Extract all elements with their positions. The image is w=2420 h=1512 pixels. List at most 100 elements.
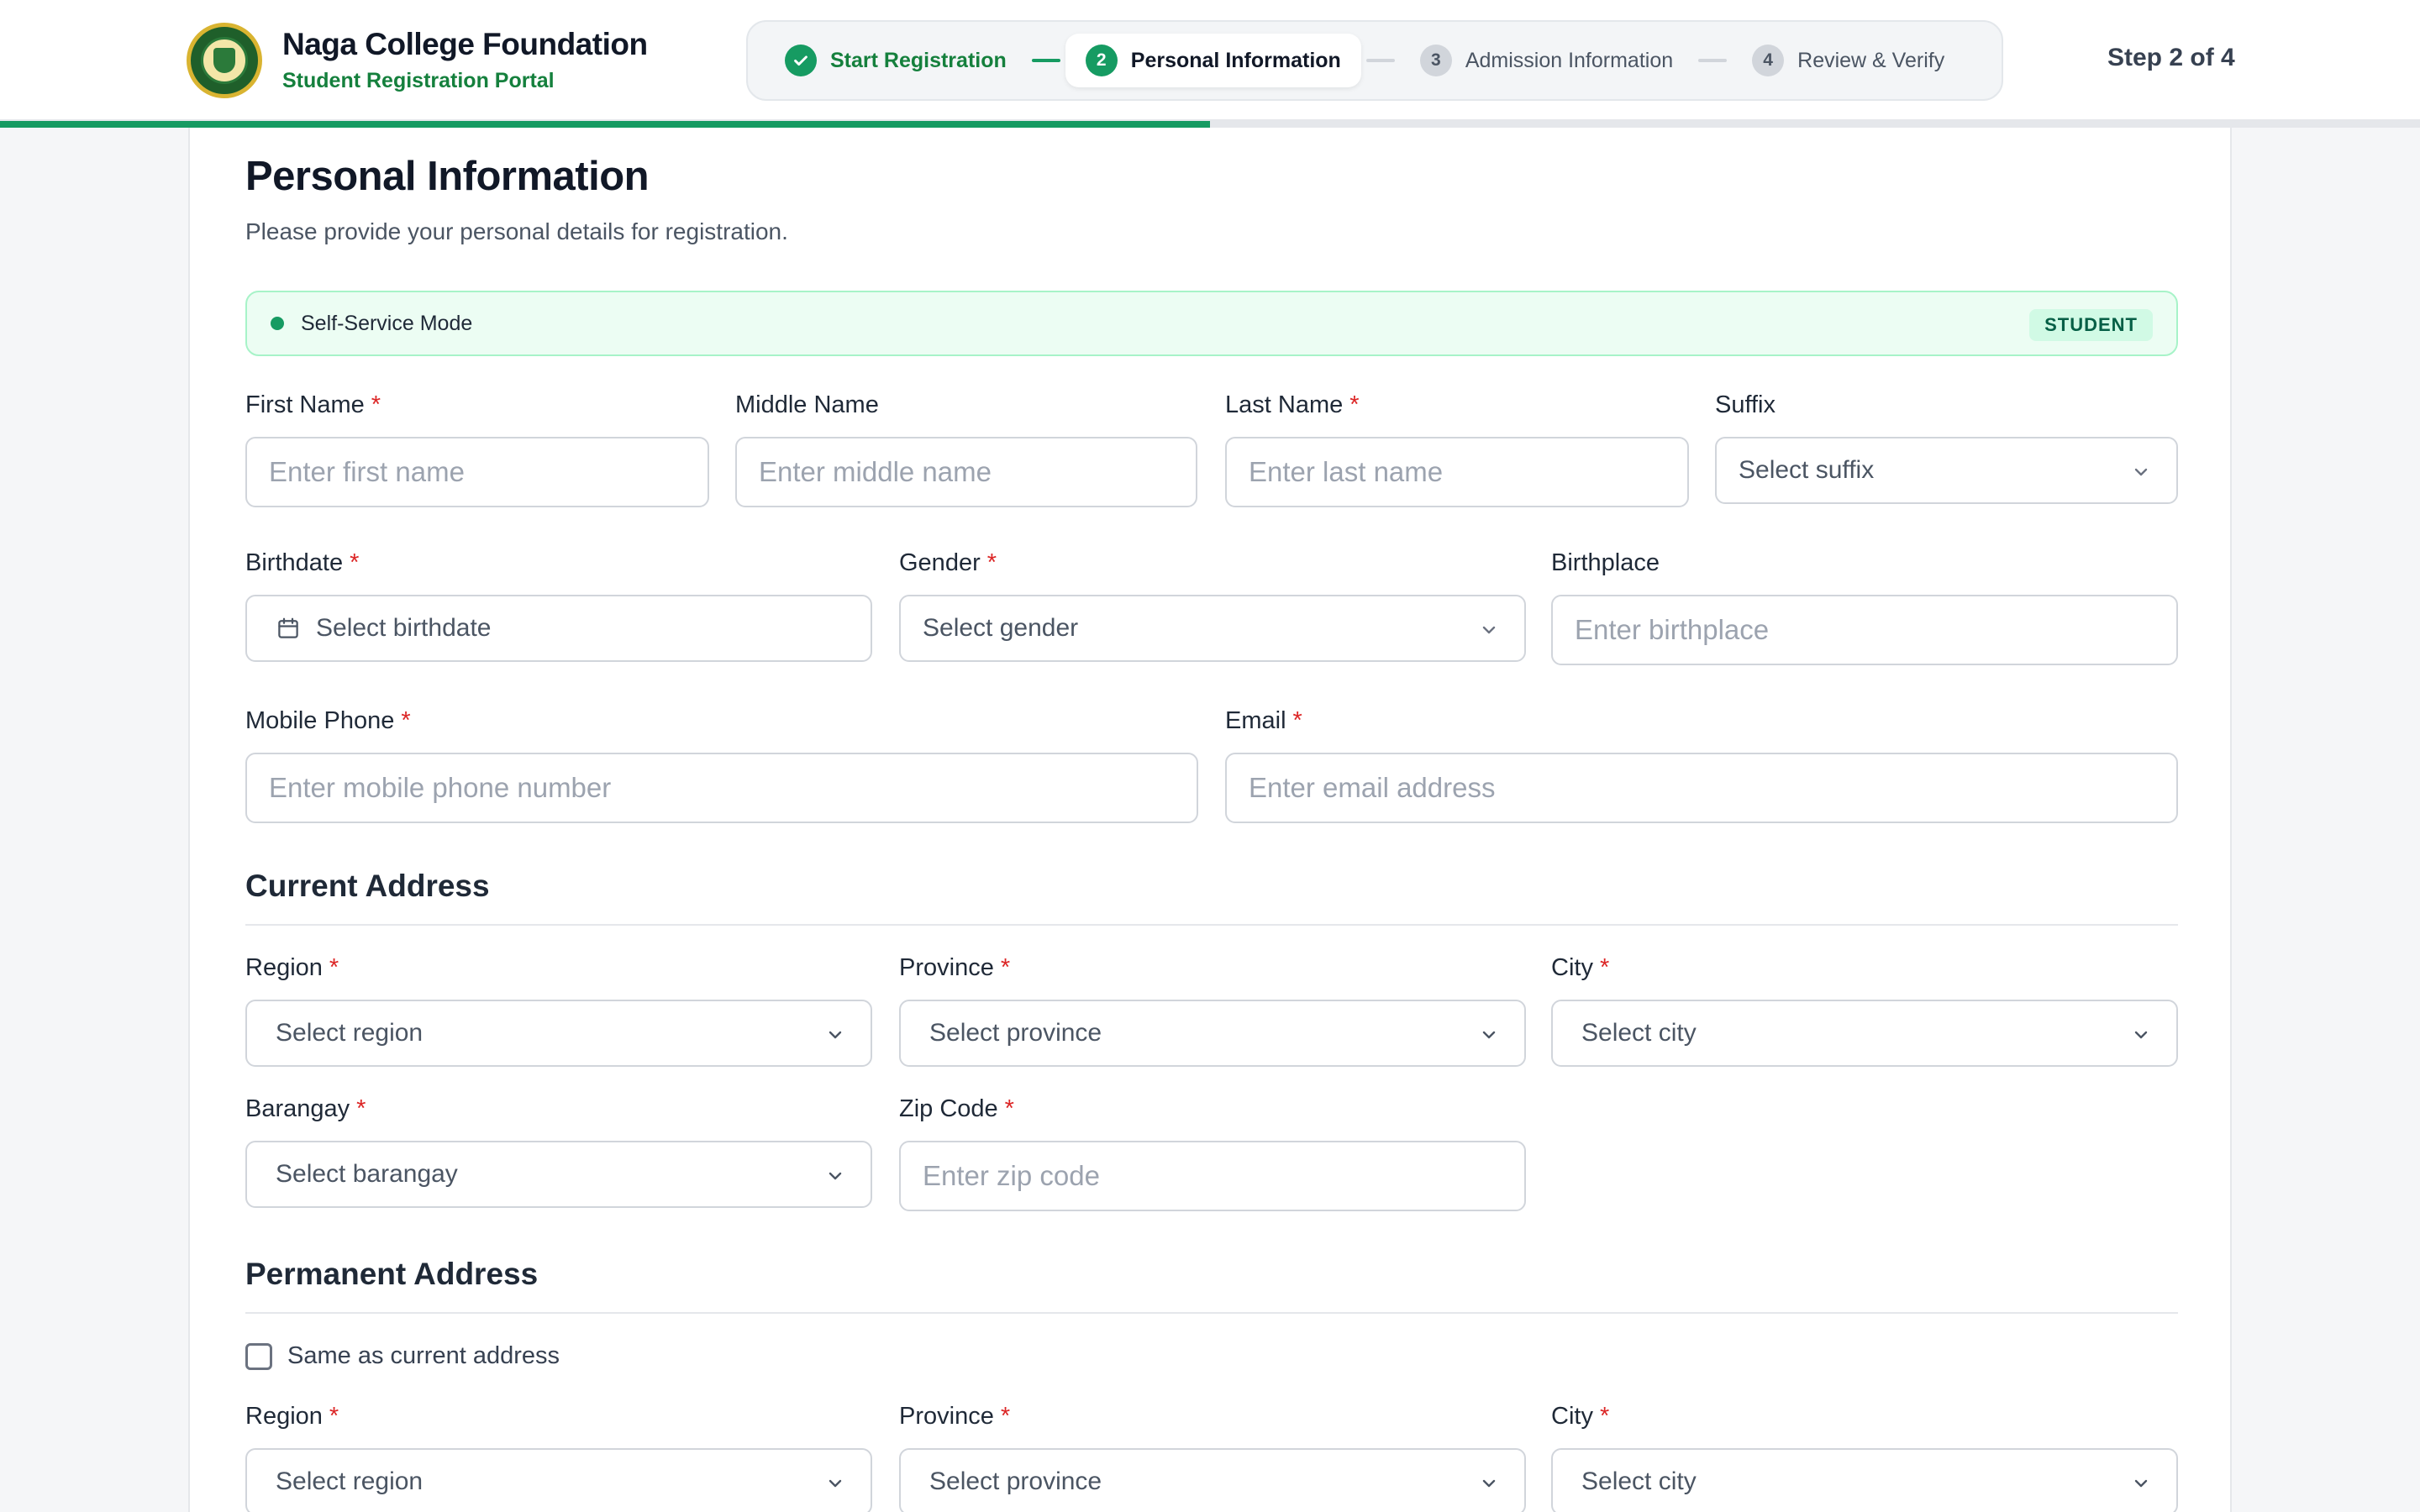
required-mark: * bbox=[986, 549, 997, 576]
birthdate-label: Birthdate * bbox=[245, 549, 359, 577]
last-name-input[interactable] bbox=[1225, 437, 1689, 507]
required-mark: * bbox=[356, 1095, 366, 1122]
permanent-region-label: Region * bbox=[245, 1403, 339, 1431]
self-service-mode-banner: Self-Service Mode STUDENT bbox=[245, 291, 2178, 356]
calendar-icon bbox=[278, 617, 298, 638]
select-value: Select suffix bbox=[1739, 456, 1875, 484]
birthplace-input[interactable] bbox=[1551, 595, 2178, 665]
suffix-select[interactable]: Select suffix bbox=[1715, 437, 2178, 504]
required-mark: * bbox=[371, 391, 381, 418]
permanent-province-label: Province * bbox=[899, 1403, 1010, 1431]
required-mark: * bbox=[1000, 954, 1011, 981]
required-mark: * bbox=[350, 549, 360, 576]
check-icon bbox=[785, 45, 817, 76]
current-region-label: Region * bbox=[245, 954, 339, 982]
label-text: City bbox=[1551, 954, 1593, 981]
page-title: Personal Information bbox=[245, 154, 650, 199]
step-number: 3 bbox=[1419, 45, 1452, 76]
required-mark: * bbox=[1349, 391, 1360, 418]
section-divider bbox=[245, 924, 2178, 926]
chevron-down-icon bbox=[829, 1479, 842, 1488]
chevron-down-icon bbox=[2134, 1031, 2148, 1039]
same-as-current-checkbox[interactable] bbox=[245, 1342, 272, 1370]
label-text: Province bbox=[899, 1403, 994, 1430]
current-city-select[interactable]: Select city bbox=[1551, 1000, 2178, 1067]
current-region-select[interactable]: Select region bbox=[245, 1000, 872, 1067]
step-label: Start Registration bbox=[830, 48, 1007, 72]
mobile-phone-label: Mobile Phone * bbox=[245, 707, 411, 735]
step-label: Personal Information bbox=[1130, 48, 1341, 72]
birthdate-picker[interactable]: Select birthdate bbox=[245, 595, 872, 662]
suffix-label: Suffix bbox=[1715, 391, 1776, 419]
step-counter: Step 2 of 4 bbox=[2107, 44, 2235, 71]
step-personal-information[interactable]: 2 Personal Information bbox=[1065, 34, 1361, 87]
chevron-down-icon bbox=[829, 1031, 842, 1039]
role-badge: STUDENT bbox=[2029, 309, 2153, 341]
permanent-region-select[interactable]: Select region bbox=[245, 1448, 872, 1512]
chevron-down-icon bbox=[2134, 468, 2148, 476]
required-mark: * bbox=[1292, 707, 1302, 734]
current-zip-label: Zip Code * bbox=[899, 1095, 1014, 1123]
first-name-label: First Name * bbox=[245, 391, 381, 419]
step-connector bbox=[1031, 59, 1060, 62]
gender-select[interactable]: Select gender bbox=[899, 595, 1526, 662]
permanent-address-heading: Permanent Address bbox=[245, 1257, 539, 1291]
label-text: Middle Name bbox=[735, 391, 879, 418]
select-value: Select gender bbox=[923, 614, 1079, 642]
required-mark: * bbox=[329, 954, 339, 981]
personal-information-form: Personal Information Please provide your… bbox=[188, 128, 2232, 1512]
middle-name-input[interactable] bbox=[735, 437, 1197, 507]
label-text: Zip Code bbox=[899, 1095, 998, 1122]
last-name-label: Last Name * bbox=[1225, 391, 1360, 419]
mode-label: Self-Service Mode bbox=[301, 311, 473, 335]
current-barangay-select[interactable]: Select barangay bbox=[245, 1141, 872, 1208]
current-city-label: City * bbox=[1551, 954, 1609, 982]
required-mark: * bbox=[1599, 954, 1610, 981]
step-number: 2 bbox=[1085, 45, 1118, 76]
brand[interactable]: Naga College Foundation Student Registra… bbox=[187, 22, 648, 99]
step-label: Review & Verify bbox=[1797, 48, 1945, 72]
step-label: Admission Information bbox=[1465, 48, 1674, 72]
step-admission-information[interactable]: 3 Admission Information bbox=[1400, 34, 1693, 87]
select-value: Select city bbox=[1581, 1019, 1697, 1047]
required-mark: * bbox=[1599, 1403, 1610, 1430]
select-value: Select region bbox=[276, 1467, 424, 1495]
email-input[interactable] bbox=[1225, 753, 2178, 823]
select-value: Select barangay bbox=[276, 1160, 458, 1188]
permanent-city-label: City * bbox=[1551, 1403, 1609, 1431]
label-text: Suffix bbox=[1715, 391, 1776, 418]
chevron-down-icon bbox=[1482, 626, 1496, 634]
permanent-province-select[interactable]: Select province bbox=[899, 1448, 1526, 1512]
current-province-label: Province * bbox=[899, 954, 1010, 982]
label-text: Gender bbox=[899, 549, 981, 576]
current-address-heading: Current Address bbox=[245, 869, 490, 903]
gender-label: Gender * bbox=[899, 549, 997, 577]
label-text: Province bbox=[899, 954, 994, 981]
middle-name-label: Middle Name bbox=[735, 391, 879, 419]
same-as-current-checkbox-row[interactable]: Same as current address bbox=[245, 1342, 560, 1370]
registration-stepper: Start Registration 2 Personal Informatio… bbox=[746, 20, 2003, 101]
label-text: Mobile Phone bbox=[245, 707, 395, 734]
mobile-phone-input[interactable] bbox=[245, 753, 1198, 823]
step-review-verify[interactable]: 4 Review & Verify bbox=[1732, 34, 1965, 87]
label-text: Birthdate bbox=[245, 549, 344, 576]
step-start-registration[interactable]: Start Registration bbox=[765, 34, 1027, 87]
required-mark: * bbox=[401, 707, 411, 734]
select-value: Select birthdate bbox=[316, 614, 492, 642]
current-barangay-label: Barangay * bbox=[245, 1095, 366, 1123]
chevron-down-icon bbox=[1482, 1031, 1496, 1039]
permanent-city-select[interactable]: Select city bbox=[1551, 1448, 2178, 1512]
brand-subtitle: Student Registration Portal bbox=[282, 69, 555, 92]
label-text: Last Name bbox=[1225, 391, 1344, 418]
checkbox-label: Same as current address bbox=[287, 1342, 560, 1369]
current-province-select[interactable]: Select province bbox=[899, 1000, 1526, 1067]
label-text: Region bbox=[245, 1403, 323, 1430]
first-name-input[interactable] bbox=[245, 437, 709, 507]
label-text: City bbox=[1551, 1403, 1593, 1430]
email-label: Email * bbox=[1225, 707, 1302, 735]
label-text: Birthplace bbox=[1551, 549, 1660, 576]
label-text: Barangay bbox=[245, 1095, 350, 1122]
current-zip-input[interactable] bbox=[899, 1141, 1526, 1211]
step-connector bbox=[1365, 59, 1395, 62]
brand-title: Naga College Foundation bbox=[282, 27, 648, 61]
